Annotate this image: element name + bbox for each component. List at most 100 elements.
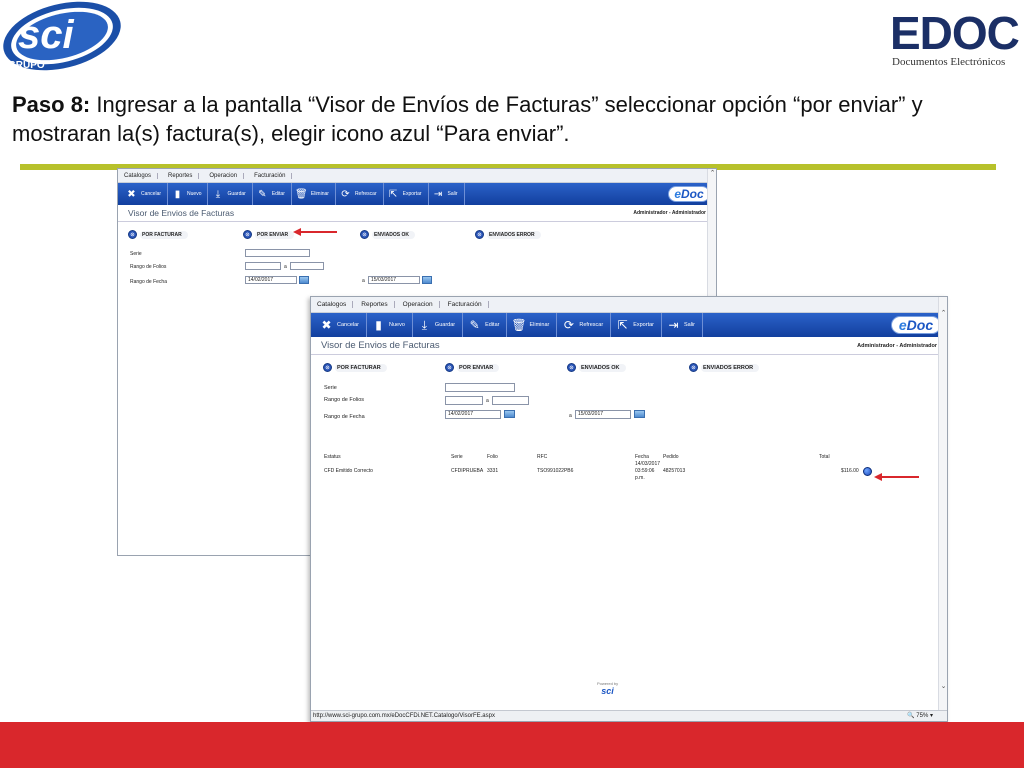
delete-button[interactable]: 🗑 Eliminar xyxy=(292,183,336,205)
fecha-label: Rango de Fecha xyxy=(130,279,167,285)
slide-title-text: Ingresar a la pantalla “Visor de Envíos … xyxy=(12,92,923,146)
radio-enviados-error[interactable]: ⊙ ENVIADOS ERROR xyxy=(689,363,760,372)
folios-label: Rango de Folios xyxy=(324,397,365,403)
folio-from-input[interactable] xyxy=(445,396,483,405)
zoom-control[interactable]: 🔍 75% ▾ xyxy=(907,711,933,721)
delete-label: Eliminar xyxy=(310,191,329,197)
menu-catalogos[interactable]: Catalogos xyxy=(124,172,159,179)
radio-label: ENVIADOS ERROR xyxy=(701,363,760,372)
fecha-to-input[interactable]: 15/03/2017 xyxy=(368,276,420,284)
page-title: Visor de Envios de Facturas xyxy=(321,340,440,351)
menu-reportes[interactable]: Reportes xyxy=(168,172,200,179)
menu-bar: Catalogos Reportes Operacion Facturación xyxy=(118,169,716,183)
serie-input[interactable] xyxy=(445,383,515,392)
edit-button[interactable]: ✎ Editar xyxy=(463,313,508,337)
radio-dot-icon: ⊙ xyxy=(323,363,332,372)
brand-e: e xyxy=(674,187,681,201)
scrollbar[interactable]: ⌃ ⌄ xyxy=(938,297,947,711)
refresh-button[interactable]: ⟳ Refrescar xyxy=(557,313,612,337)
radio-por-enviar[interactable]: ⊙ POR ENVIAR xyxy=(445,363,500,372)
folio-to-input[interactable] xyxy=(492,396,529,405)
cancel-button[interactable]: ✖ Cancelar xyxy=(122,183,169,205)
calendar-icon[interactable] xyxy=(422,276,432,284)
filter-radios: ⊙ POR FACTURAR ⊙ POR ENVIAR ⊙ ENVIADOS OK ⊙… xyxy=(311,359,947,379)
cell-rfc: TSO991022PB6 xyxy=(537,468,574,474)
radio-enviados-ok[interactable]: ⊙ ENVIADOS OK xyxy=(567,363,626,372)
radio-por-facturar[interactable]: ⊙ POR FACTURAR xyxy=(323,363,387,372)
col-header-total: Total xyxy=(819,454,830,460)
edit-button[interactable]: ✎ Editar xyxy=(253,183,292,205)
menu-operacion[interactable]: Operacion xyxy=(403,301,440,308)
col-header-serie: Serie xyxy=(451,454,463,460)
radio-por-enviar[interactable]: ⊙ POR ENVIAR xyxy=(243,230,295,239)
save-label: Guardar xyxy=(434,322,456,328)
sci-logo-sub: GRUPO xyxy=(8,60,45,71)
serie-input[interactable] xyxy=(245,249,310,257)
serie-label: Serie xyxy=(130,251,142,257)
folio-from-input[interactable] xyxy=(245,262,281,270)
calendar-icon[interactable] xyxy=(504,410,515,418)
export-label: Exportar xyxy=(402,191,422,197)
menu-bar: Catalogos Reportes Operacion Facturación xyxy=(311,297,947,313)
radio-enviados-error[interactable]: ⊙ ENVIADOS ERROR xyxy=(475,230,541,239)
refresh-icon: ⟳ xyxy=(563,317,574,332)
col-header-folio: Folio xyxy=(487,454,498,460)
menu-facturacion[interactable]: Facturación xyxy=(254,172,293,179)
folio-to-input[interactable] xyxy=(290,262,324,270)
radio-label: POR FACTURAR xyxy=(335,363,387,372)
zoom-value: 75% xyxy=(916,713,929,719)
cell-serie: CFDIPRUEBA xyxy=(451,468,484,474)
status-url: http://www.sci-grupo.com.mx/eDocCFDi.NET… xyxy=(313,713,495,719)
export-button[interactable]: ⇱ Exportar xyxy=(611,313,662,337)
export-button[interactable]: ⇱ Exportar xyxy=(384,183,429,205)
toolbar: ✖ Cancelar ▮ Nuevo ⤓ Guardar ✎ Editar 🗑 Elimi… xyxy=(118,183,716,205)
fecha-from-input[interactable]: 14/02/2017 xyxy=(245,276,297,284)
cell-fecha-time: 03:59:06 xyxy=(635,468,655,474)
radio-enviados-ok[interactable]: ⊙ ENVIADOS OK xyxy=(360,230,416,239)
refresh-button[interactable]: ⟳ Refrescar xyxy=(336,183,384,205)
scroll-up-icon[interactable]: ⌃ xyxy=(708,169,716,178)
menu-operacion[interactable]: Operacion xyxy=(209,172,245,179)
refresh-icon: ⟳ xyxy=(341,188,350,200)
export-icon: ⇱ xyxy=(388,188,398,200)
new-label: Nuevo xyxy=(187,191,202,197)
sci-grupo-logo: sci GRUPO xyxy=(3,1,121,71)
cancel-button[interactable]: ✖ Cancelar xyxy=(315,313,368,337)
radio-label: POR FACTURAR xyxy=(140,230,188,239)
calendar-icon[interactable] xyxy=(634,410,645,418)
save-button[interactable]: ⤓ Guardar xyxy=(208,183,253,205)
menu-facturacion[interactable]: Facturación xyxy=(448,301,489,308)
document-icon: ▮ xyxy=(375,317,382,332)
brand-rest: Doc xyxy=(906,317,934,333)
edoc-logo: EDOC Documentos Electrónicos xyxy=(890,8,1020,70)
exit-icon: ⇥ xyxy=(668,317,679,332)
menu-catalogos[interactable]: Catalogos xyxy=(317,301,354,308)
fecha-from-input[interactable]: 14/02/2017 xyxy=(445,410,501,419)
red-arrow-icon xyxy=(874,473,919,481)
radio-por-facturar[interactable]: ⊙ POR FACTURAR xyxy=(128,230,188,239)
exit-button[interactable]: ⇥ Salir xyxy=(662,313,704,337)
powered-logo: sci xyxy=(601,686,614,696)
new-button[interactable]: ▮ Nuevo xyxy=(168,183,209,205)
send-invoice-icon[interactable] xyxy=(863,467,872,476)
delete-button[interactable]: 🗑 Eliminar xyxy=(507,313,558,337)
edit-label: Editar xyxy=(271,191,285,197)
radio-dot-icon: ⊙ xyxy=(243,230,252,239)
fecha-to-input[interactable]: 15/03/2017 xyxy=(575,410,631,419)
menu-reportes[interactable]: Reportes xyxy=(361,301,395,308)
scroll-up-icon[interactable]: ⌃ xyxy=(939,309,947,318)
save-button[interactable]: ⤓ Guardar xyxy=(413,313,464,337)
status-bar: http://www.sci-grupo.com.mx/eDocCFDi.NET… xyxy=(311,710,947,721)
user-label: Administrador - Administrador xyxy=(857,342,937,349)
cell-pedido: 48257013 xyxy=(663,468,686,474)
exit-label: Salir xyxy=(684,322,696,328)
exit-button[interactable]: ⇥ Salir xyxy=(429,183,465,205)
scroll-down-icon[interactable]: ⌄ xyxy=(939,682,947,691)
refresh-label: Refrescar xyxy=(354,191,377,197)
save-label: Guardar xyxy=(227,191,246,197)
edit-label: Editar xyxy=(485,322,500,328)
edoc-logo-text: EDOC xyxy=(890,7,1020,59)
calendar-icon[interactable] xyxy=(299,276,309,284)
new-button[interactable]: ▮ Nuevo xyxy=(367,313,413,337)
trash-icon: 🗑 xyxy=(295,188,308,200)
